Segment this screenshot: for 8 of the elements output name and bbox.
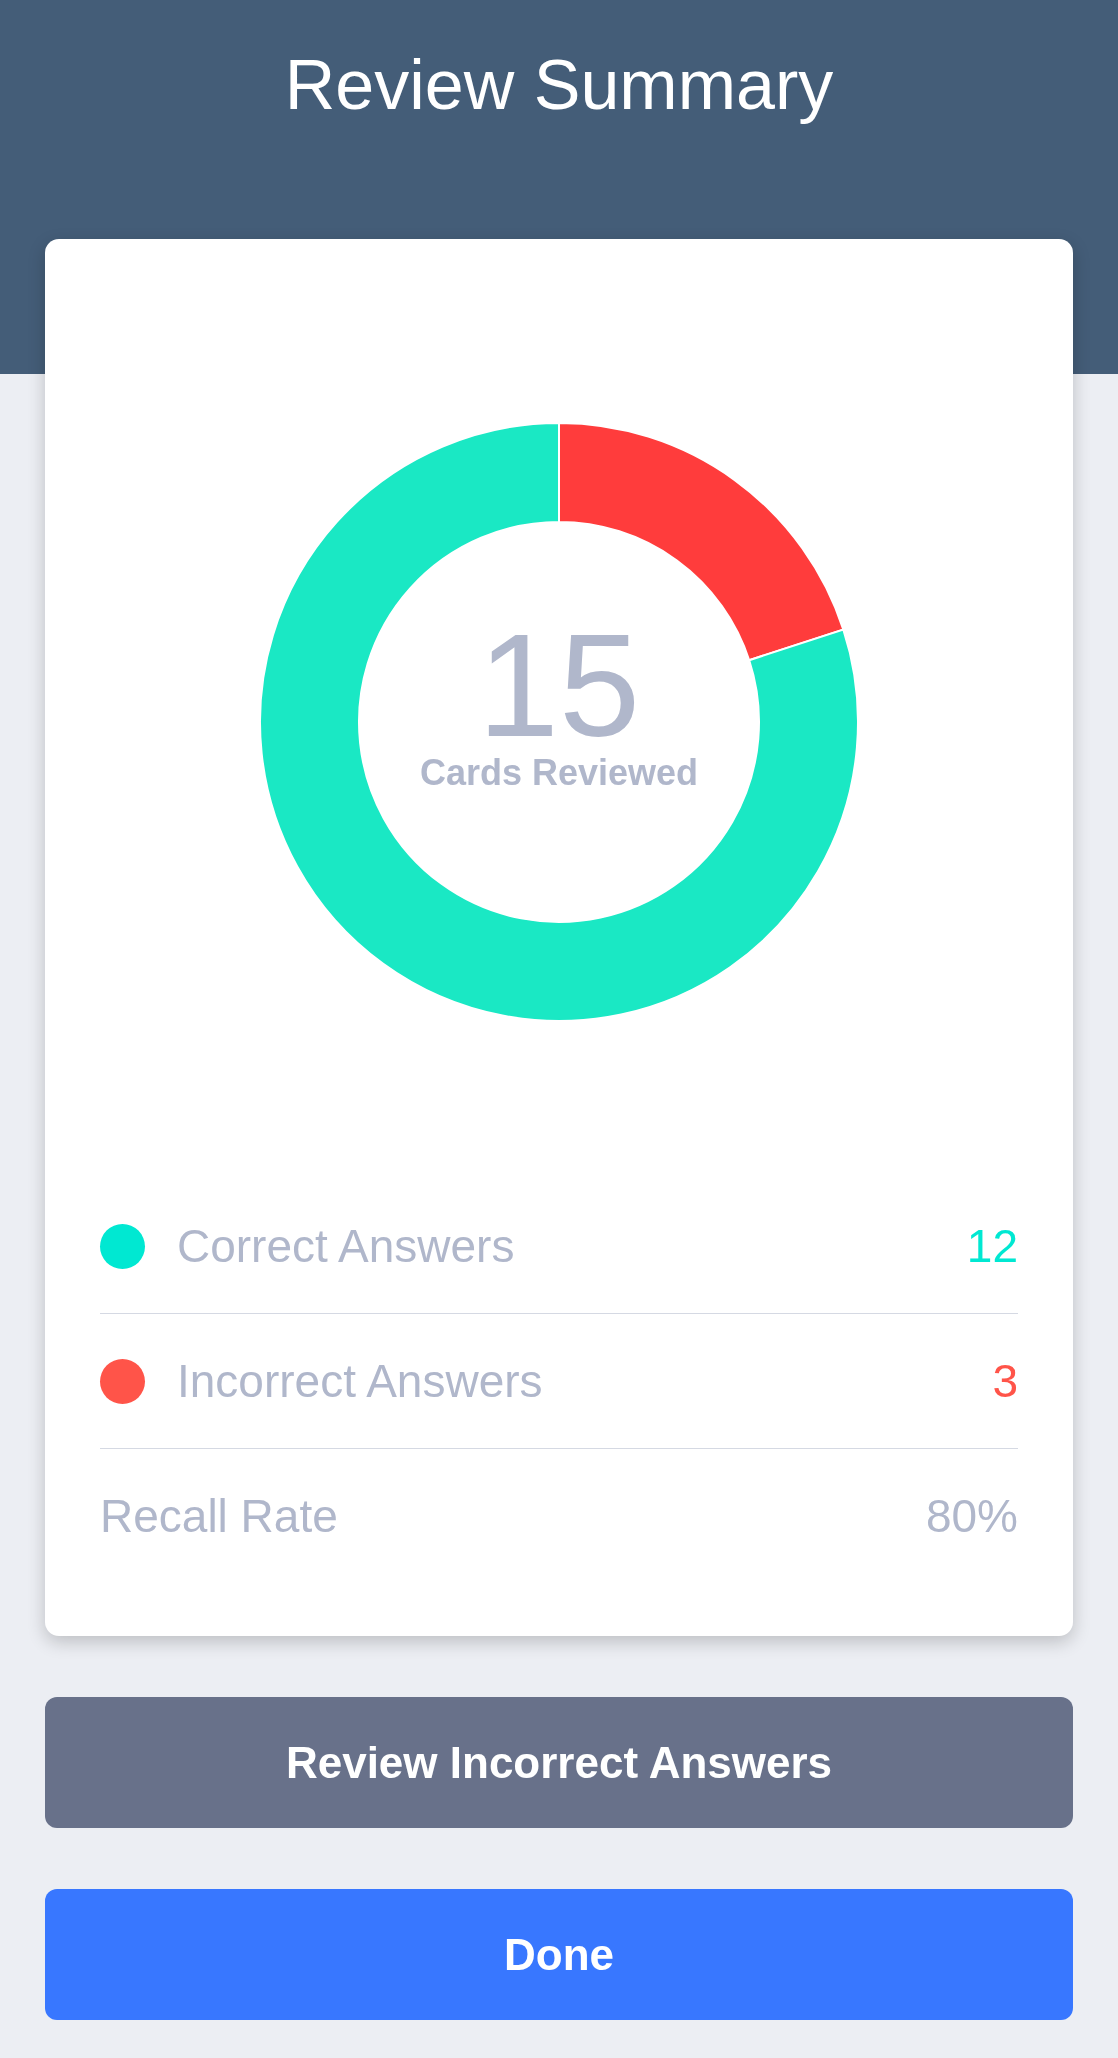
stat-value: 3 xyxy=(992,1353,1018,1409)
stat-label: Recall Rate xyxy=(100,1489,338,1544)
stat-label: Incorrect Answers xyxy=(177,1353,543,1409)
stat-value: 80% xyxy=(925,1489,1018,1544)
done-button[interactable]: Done xyxy=(45,1889,1073,2020)
stat-label: Correct Answers xyxy=(177,1218,515,1274)
review-button[interactable]: Review Incorrect Answers xyxy=(45,1697,1073,1828)
stat-value: 12 xyxy=(966,1218,1018,1274)
